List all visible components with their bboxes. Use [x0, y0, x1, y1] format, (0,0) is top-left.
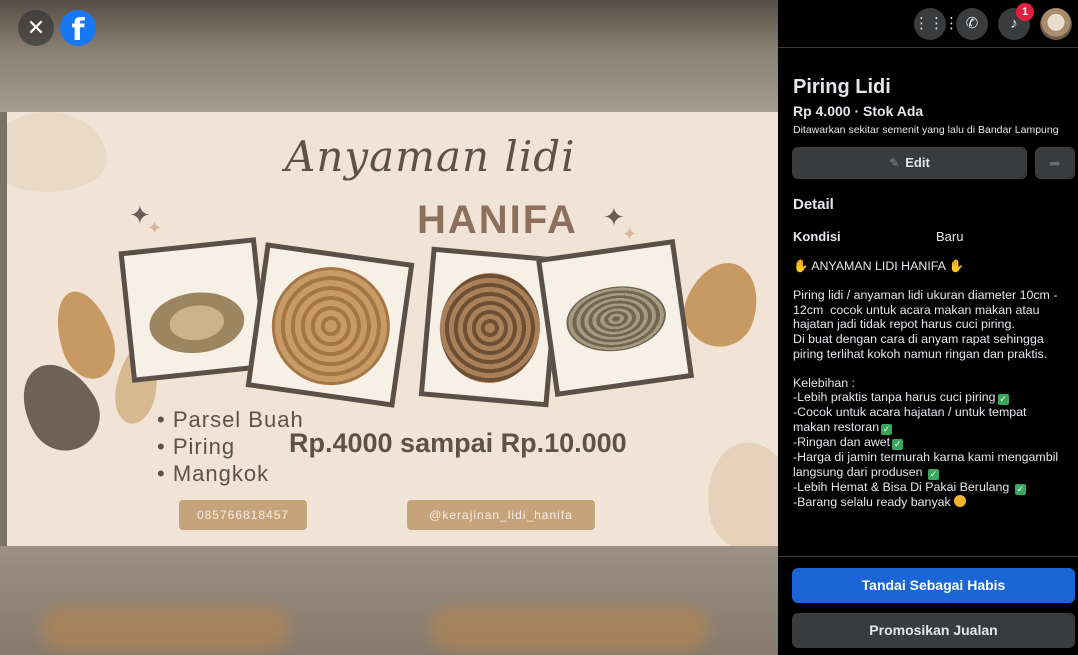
description-line: -Ringan dan awet ✓	[793, 434, 904, 450]
description-line: -Barang selalu ready banyak	[793, 494, 1075, 510]
description-line	[793, 274, 1075, 289]
condition-label: Kondisi	[793, 229, 841, 244]
oval-basket-image	[562, 280, 671, 358]
facebook-logo-icon[interactable]: f	[60, 10, 96, 46]
product-photo-plate	[245, 242, 415, 408]
poster-script-title: Anyaman lidi	[285, 132, 576, 181]
listing-meta: Ditawarkan sekitar semenit yang lalu di …	[793, 124, 1059, 136]
description-line: 12cm cocok untuk acara makan makan atau	[793, 302, 1040, 317]
pencil-icon: ✎	[889, 156, 900, 170]
check-emoji-icon: ✓	[927, 468, 939, 480]
check-emoji-icon: ✓	[997, 394, 1009, 406]
edit-button[interactable]: ✎ Edit	[792, 147, 1027, 179]
decorative-leaf	[7, 112, 107, 192]
photo-viewer: ✕ f ✦ ✦ ✦ ✦ Anyaman lidi HANIFA P	[0, 0, 778, 655]
detail-heading: Detail	[793, 196, 834, 213]
smile-emoji-icon	[954, 494, 967, 507]
close-icon: ✕	[26, 15, 46, 40]
description-line: -Lebih praktis tanpa harus cuci piring ✓	[793, 390, 1009, 406]
poster-phone: 085766818457	[179, 500, 307, 530]
listing-details-panel: ⋮⋮⋮ ✆ ♪ 1 Piring Lidi Rp 4.000 · Stok Ad…	[778, 0, 1078, 655]
check-emoji-icon: ✓	[892, 438, 904, 450]
listing-title: Piring Lidi	[793, 76, 891, 98]
basket-image	[146, 287, 248, 358]
description-line: Piring lidi / anyaman lidi ukuran diamet…	[793, 288, 1058, 303]
poster-brand: HANIFA	[417, 198, 578, 242]
divider	[778, 556, 1078, 557]
description-line	[793, 361, 1075, 376]
blurred-shape	[40, 606, 290, 651]
description-line: -Lebih Hemat & Bisa Di Pakai Berulang ✓	[793, 479, 1026, 495]
description-line: langsung dari produsen ✓	[793, 464, 939, 480]
poster-instagram: @kerajinan_lidi_hanifa	[407, 500, 595, 530]
ok-hand-icon: ✋	[948, 259, 965, 273]
condition-value: Baru	[936, 229, 964, 244]
product-photo-basket	[118, 237, 270, 383]
description-line: -Cocok untuk acara hajatan / untuk tempa…	[793, 405, 1027, 420]
bowl-image	[435, 268, 545, 388]
messenger-icon[interactable]: ✆	[956, 8, 988, 40]
ok-hand-icon: ✋	[793, 259, 809, 273]
close-button[interactable]: ✕	[18, 10, 54, 46]
description-line: ✋ ANYAMAN LIDI HANIFA ✋	[793, 259, 965, 273]
listing-price-stock: Rp 4.000 · Stok Ada	[793, 103, 924, 119]
share-icon: ➦	[1049, 155, 1061, 171]
listing-description: ✋ ANYAMAN LIDI HANIFA ✋ Piring lidi / an…	[793, 259, 1075, 551]
poster-price-range: Rp.4000 sampai Rp.10.000	[289, 428, 627, 458]
poster-item-list: Parsel Buah Piring Mangkok	[157, 406, 304, 487]
product-photo-oval	[535, 238, 695, 398]
share-button[interactable]: ➦	[1035, 147, 1075, 179]
check-emoji-icon: ✓	[881, 423, 893, 435]
blurred-background-bottom	[0, 546, 778, 655]
decorative-leaf	[698, 435, 778, 546]
description-line: Kelebihan :	[793, 375, 856, 390]
plate-image	[264, 259, 398, 393]
promote-listing-button[interactable]: Promosikan Jualan	[792, 613, 1075, 648]
top-navigation: ⋮⋮⋮ ✆ ♪ 1	[778, 0, 1078, 48]
profile-avatar[interactable]	[1040, 8, 1072, 40]
sparkle-icon: ✦	[147, 218, 163, 238]
poster-item: Parsel Buah	[157, 406, 304, 433]
sparkle-icon: ✦	[622, 224, 638, 244]
blurred-shape	[430, 606, 710, 651]
description-line: makan restoran ✓	[793, 419, 893, 435]
description-line: piring terlihat kokoh namun ringan dan p…	[793, 346, 1048, 361]
poster-item: Mangkok	[157, 460, 304, 487]
check-emoji-icon: ✓	[1014, 483, 1026, 495]
blurred-background-top	[0, 0, 778, 112]
description-line: hajatan jadi tidak repot harus cuci piri…	[793, 317, 1015, 332]
description-line: Di buat dengan cara di anyam rapat sehin…	[793, 331, 1044, 346]
notification-badge: 1	[1016, 3, 1034, 21]
listing-photo: ✦ ✦ ✦ ✦ Anyaman lidi HANIFA Parsel Buah …	[7, 112, 778, 546]
grid-menu-icon[interactable]: ⋮⋮⋮	[914, 8, 959, 40]
poster-item: Piring	[157, 433, 304, 460]
edit-label: Edit	[905, 155, 930, 170]
description-line: -Harga di jamin termurah karna kami meng…	[793, 449, 1059, 464]
mark-as-sold-button[interactable]: Tandai Sebagai Habis	[792, 568, 1075, 603]
